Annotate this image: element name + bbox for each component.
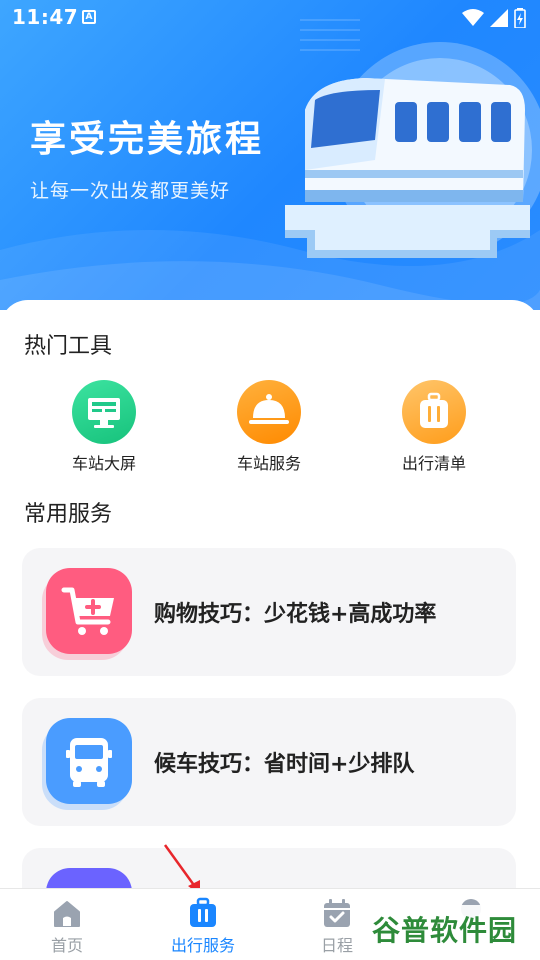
service-card-shopping[interactable]: 购物技巧：少花钱+高成功率 <box>22 548 516 676</box>
suitcase-icon <box>190 897 216 927</box>
service-bell-icon <box>249 394 289 424</box>
monitor-icon <box>88 398 120 428</box>
tab-label: 出行服务 <box>170 936 235 955</box>
hero-subtitle: 让每一次出发都更美好 <box>30 180 231 202</box>
status-icons <box>462 8 526 28</box>
home-icon <box>54 901 80 927</box>
tab-home[interactable]: 首页 <box>12 889 122 960</box>
tool-station-service[interactable]: 车站服务 <box>209 380 329 474</box>
tool-travel-checklist[interactable]: 出行清单 <box>374 380 494 474</box>
tool-label: 车站服务 <box>236 454 301 473</box>
watermark-logo: 谷普软件园 <box>368 905 530 947</box>
tool-station-screen[interactable]: 车站大屏 <box>44 380 164 474</box>
tool-icon-bg <box>402 380 466 444</box>
watermark-text: 谷普软件园 <box>372 914 518 947</box>
hero-title: 享受完美旅程 <box>30 119 265 160</box>
service-card-label: 购物技巧：少花钱+高成功率 <box>154 602 437 627</box>
section-title-common-services: 常用服务 <box>24 502 113 527</box>
tool-label: 出行清单 <box>401 454 466 473</box>
section-title-hot-tools: 热门工具 <box>24 334 113 359</box>
main-panel: 热门工具 车站大屏 车站服务 出行清单 常用服务 购物技巧：少花钱+高成功率 候… <box>0 300 540 960</box>
service-card-waiting[interactable]: 候车技巧：省时间+少排队 <box>22 698 516 826</box>
suitcase-icon <box>420 392 448 428</box>
card-icon-bg <box>46 568 132 654</box>
tab-label: 首页 <box>50 936 83 955</box>
card-icon-wrap <box>42 568 132 660</box>
status-time: 11:47 <box>12 5 79 29</box>
tool-label: 车站大屏 <box>71 454 136 473</box>
bus-icon <box>66 738 112 787</box>
card-icon-bg <box>46 718 132 804</box>
train-illustration <box>285 42 540 258</box>
shopping-cart-icon <box>61 587 114 635</box>
calendar-icon <box>324 899 350 927</box>
status-bar: 11:47 A <box>0 0 540 36</box>
service-card-label: 候车技巧：省时间+少排队 <box>154 752 415 777</box>
tool-icon-bg <box>237 380 301 444</box>
notification-icon: A <box>82 10 96 24</box>
tab-travel-service[interactable]: 出行服务 <box>148 889 258 960</box>
card-icon-wrap <box>42 718 132 810</box>
hero-banner: 11:47 A 享受完美旅程 让每一次出发都更美好 <box>0 0 540 310</box>
battery-icon <box>514 8 526 28</box>
signal-icon <box>490 9 508 27</box>
tool-icon-bg <box>72 380 136 444</box>
wifi-icon <box>462 9 484 26</box>
